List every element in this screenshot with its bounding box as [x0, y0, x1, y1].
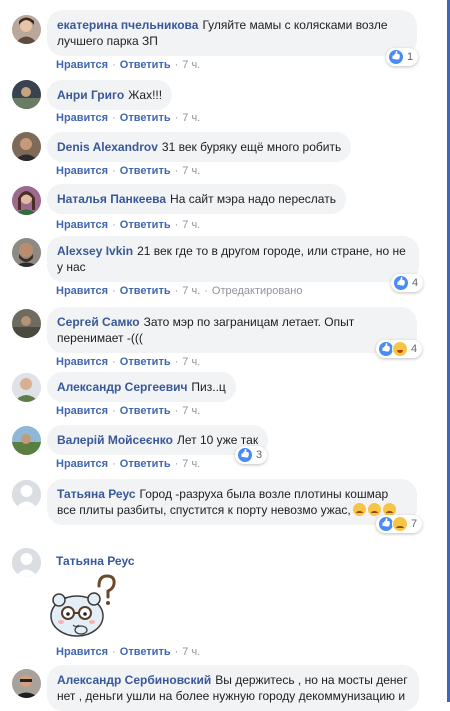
avatar[interactable]: [12, 426, 41, 455]
avatar[interactable]: [12, 480, 41, 509]
comment-author[interactable]: Сергей Самко: [57, 315, 140, 329]
reply-link[interactable]: Ответить: [120, 59, 171, 71]
like-link[interactable]: Нравится: [56, 646, 108, 658]
comment-bubble: Denis Alexandrov 31 век буряку ещё много …: [47, 132, 352, 162]
reaction-count[interactable]: 1: [386, 48, 419, 66]
like-link[interactable]: Нравится: [56, 59, 108, 71]
comment-author[interactable]: Анри Григо: [57, 88, 124, 102]
avatar[interactable]: [12, 15, 41, 44]
comment-bubble: Анри Григо Жах!!!: [47, 80, 173, 110]
comment-bubble: Александр Сергеевич Пиз..ц: [47, 372, 236, 402]
comment-actions: Нравится · Ответить · 7 ч.: [56, 356, 201, 368]
comment-time[interactable]: 7 ч.: [182, 285, 200, 297]
avatar[interactable]: [12, 669, 41, 698]
comment-actions: Нравится · Ответить · 7 ч. · Отредактировано: [56, 285, 303, 297]
like-link[interactable]: Нравится: [56, 219, 108, 231]
comment-time[interactable]: 7 ч.: [182, 112, 200, 124]
comment-bubble: Alexsey Ivkin 21 век где то в другом горо…: [47, 236, 419, 282]
thinking-bear-sticker[interactable]: [47, 572, 119, 638]
comment-author[interactable]: Валерій Мойсеєнко: [57, 433, 173, 447]
like-link[interactable]: Нравится: [56, 458, 108, 470]
reaction-count[interactable]: 3: [235, 446, 268, 464]
comment-text: Пиз..ц: [191, 380, 226, 394]
comment-time[interactable]: 7 ч.: [182, 405, 200, 417]
comment-actions: Нравится · Ответить · 7 ч.: [56, 405, 201, 417]
sad-emoji-icon: [367, 503, 381, 516]
avatar[interactable]: [12, 132, 41, 161]
reply-link[interactable]: Ответить: [120, 458, 171, 470]
comment-text: 31 век буряку ещё много робить: [161, 140, 342, 154]
comment-author[interactable]: Татьяна Реус: [56, 554, 135, 568]
comment-author[interactable]: Татьяна Реус: [57, 487, 136, 501]
comment-author[interactable]: Александр Сергеевич: [57, 380, 187, 394]
like-reaction-icon: [388, 49, 404, 65]
edited-label[interactable]: Отредактировано: [212, 285, 303, 297]
like-link[interactable]: Нравится: [56, 285, 108, 297]
comment-time[interactable]: 7 ч.: [182, 59, 200, 71]
comment-bubble: Александр Сербиновский Вы держитесь , но …: [47, 665, 419, 711]
haha-reaction-icon: [392, 341, 408, 357]
comment-time[interactable]: 7 ч.: [182, 646, 200, 658]
comment-bubble: Сергей Самко Зато мэр по заграницам летае…: [47, 307, 417, 353]
comment-text: Жах!!!: [128, 88, 163, 102]
comment-time[interactable]: 7 ч.: [182, 356, 200, 368]
comment-text: Лет 10 уже так: [176, 433, 259, 447]
avatar[interactable]: [12, 238, 41, 267]
reply-link[interactable]: Ответить: [120, 112, 171, 124]
comment-time[interactable]: 7 ч.: [182, 219, 200, 231]
reply-link[interactable]: Ответить: [120, 219, 171, 231]
reply-link[interactable]: Ответить: [120, 165, 171, 177]
avatar[interactable]: [12, 373, 41, 402]
comment-author[interactable]: Александр Сербиновский: [57, 673, 211, 687]
like-link[interactable]: Нравится: [56, 165, 108, 177]
comment-author[interactable]: екатерина пчельникова: [57, 18, 198, 32]
comment-bubble: екатерина пчельникова Гуляйте мамы с коля…: [47, 10, 417, 56]
reaction-count[interactable]: 7: [376, 515, 423, 533]
comment-text: На сайт мэра надо переслать: [170, 192, 336, 206]
reply-link[interactable]: Ответить: [120, 285, 171, 297]
reply-link[interactable]: Ответить: [120, 356, 171, 368]
comment-author[interactable]: Alexsey Ivkin: [57, 244, 133, 258]
comment-bubble: Татьяна Реус Город -разруха была возле пл…: [47, 479, 417, 525]
reaction-count[interactable]: 4: [391, 274, 424, 292]
like-reaction-icon: [393, 275, 409, 291]
comment-author[interactable]: Наталья Панкеева: [57, 192, 166, 206]
comment-actions: Нравится · Ответить · 7 ч.: [56, 458, 201, 470]
reply-link[interactable]: Ответить: [120, 405, 171, 417]
avatar[interactable]: [12, 548, 41, 577]
like-link[interactable]: Нравится: [56, 356, 108, 368]
like-reaction-icon: [237, 447, 253, 463]
avatar[interactable]: [12, 80, 41, 109]
sad-reaction-icon: [392, 516, 408, 532]
sad-emoji-icon: [352, 503, 366, 516]
avatar[interactable]: [12, 186, 41, 215]
comment-actions: Нравится · Ответить · 7 ч.: [56, 646, 201, 658]
avatar[interactable]: [12, 309, 41, 338]
comment-actions: Нравится · Ответить · 7 ч.: [56, 112, 201, 124]
comment-time[interactable]: 7 ч.: [182, 458, 200, 470]
reply-link[interactable]: Ответить: [120, 646, 171, 658]
comment-actions: Нравится · Ответить · 7 ч.: [56, 219, 201, 231]
reaction-count[interactable]: 4: [376, 340, 423, 358]
comment-bubble: Наталья Панкеева На сайт мэра надо пересл…: [47, 184, 346, 214]
comment-actions: Нравится · Ответить · 7 ч.: [56, 165, 201, 177]
comment-time[interactable]: 7 ч.: [182, 165, 200, 177]
comment-actions: Нравится · Ответить · 7 ч.: [56, 59, 201, 71]
comment-author[interactable]: Denis Alexandrov: [57, 140, 158, 154]
like-link[interactable]: Нравится: [56, 405, 108, 417]
like-link[interactable]: Нравится: [56, 112, 108, 124]
